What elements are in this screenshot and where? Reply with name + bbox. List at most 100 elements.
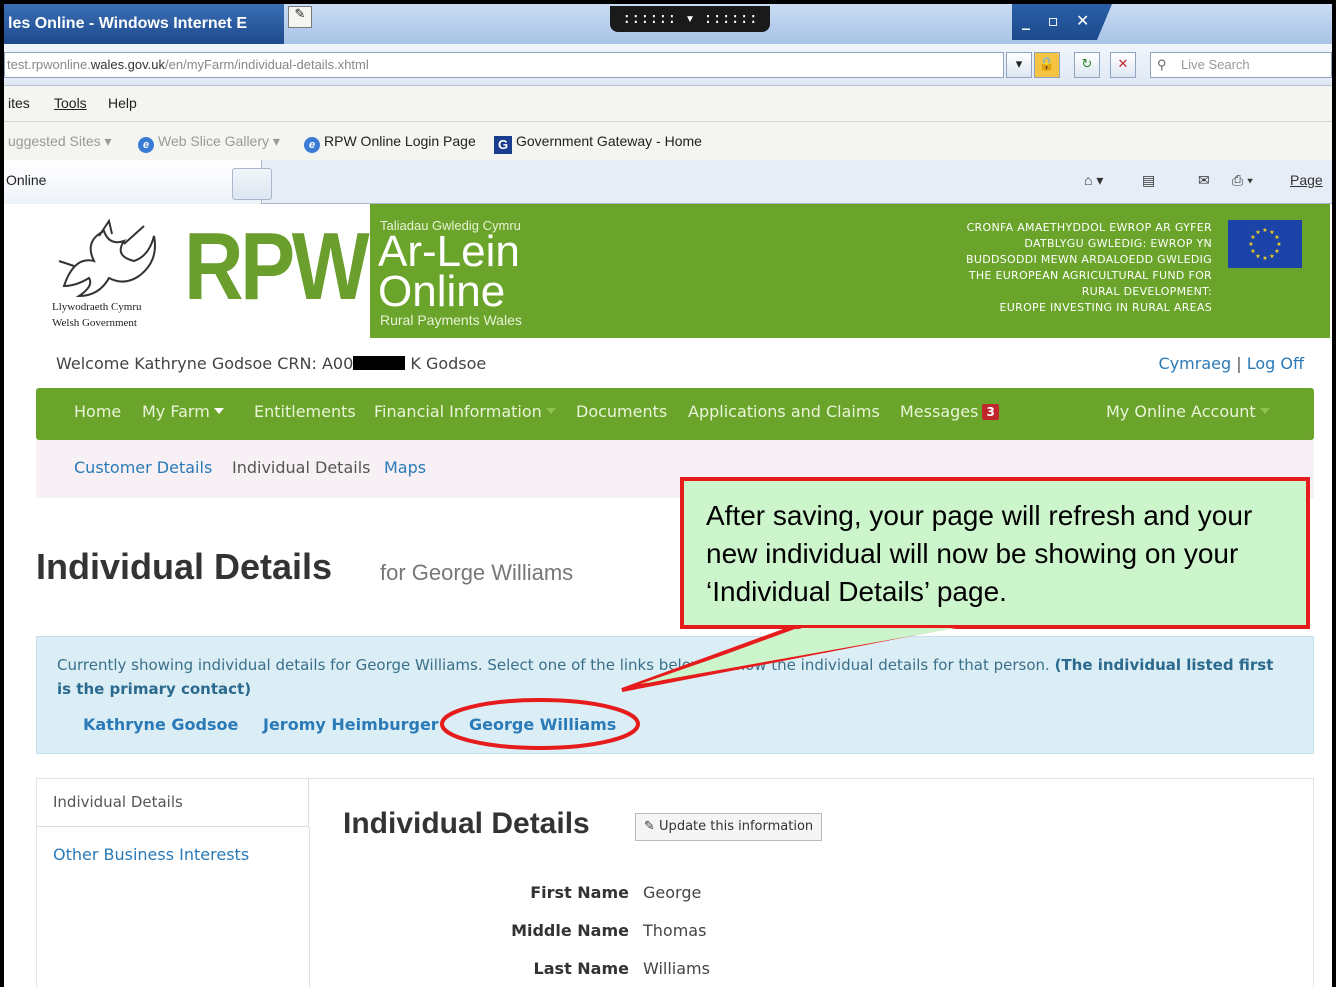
nav-documents[interactable]: Documents bbox=[576, 402, 667, 421]
messages-count-badge: 3 bbox=[982, 404, 999, 420]
menu-favorites[interactable]: ites bbox=[8, 95, 30, 111]
field-label-middle-name: Middle Name bbox=[511, 921, 629, 940]
field-value-last-name: Williams bbox=[643, 959, 710, 978]
lock-icon[interactable]: 🔒 bbox=[1034, 52, 1060, 78]
favorites-bar: uggested Sites ▾ e Web Slice Gallery ▾ eR… bbox=[4, 122, 1332, 160]
chevron-down-icon bbox=[1259, 408, 1270, 414]
svg-text:★: ★ bbox=[1262, 227, 1267, 234]
svg-text:★: ★ bbox=[1255, 229, 1260, 236]
browser-tab[interactable]: Online bbox=[4, 160, 262, 204]
address-bar: test.rpwonline.wales.gov.uk/en/myFarm/in… bbox=[4, 44, 1332, 86]
callout-text: After saving, your page will refresh and… bbox=[706, 500, 1253, 607]
update-information-button[interactable]: ✎ Update this information bbox=[635, 813, 823, 841]
remote-desktop-bar[interactable]: :::::: ▾ :::::: bbox=[610, 6, 770, 32]
annotation-callout: After saving, your page will refresh and… bbox=[680, 477, 1310, 629]
eu-flag-icon: ★ ★★ ★★★ ★★★ ★★★ bbox=[1228, 220, 1302, 268]
frame-border bbox=[0, 0, 1336, 4]
browser-title-bar: les Online - Windows Internet E ✎ ::::::… bbox=[4, 4, 1332, 44]
person-link[interactable]: George Williams bbox=[469, 715, 616, 734]
field-value-first-name: George bbox=[643, 883, 702, 902]
rpw-logo: RPW bbox=[184, 213, 370, 320]
url-dropdown-icon[interactable]: ▾ bbox=[1006, 52, 1032, 78]
svg-text:★: ★ bbox=[1269, 253, 1274, 260]
dragon-icon bbox=[58, 218, 156, 298]
subnav-maps[interactable]: Maps bbox=[384, 458, 426, 477]
nav-financial-information[interactable]: Financial Information bbox=[374, 402, 556, 421]
refresh-icon[interactable]: ↻ bbox=[1074, 52, 1100, 78]
details-panel: Individual Details Other Business Intere… bbox=[36, 778, 1314, 987]
menu-bar: ites Tools Help bbox=[4, 86, 1332, 122]
nav-messages[interactable]: Messages 3 bbox=[900, 402, 999, 421]
window-title: les Online - Windows Internet E bbox=[8, 15, 247, 32]
top-links: Cymraeg | Log Off bbox=[1158, 354, 1304, 373]
fav-suggested-sites[interactable]: uggested Sites ▾ bbox=[8, 133, 112, 150]
svg-text:★: ★ bbox=[1262, 255, 1267, 262]
subnav-individual-details[interactable]: Individual Details bbox=[232, 458, 370, 477]
pin-icon[interactable]: ✎ bbox=[288, 6, 312, 28]
feeds-icon[interactable]: ▤ bbox=[1142, 172, 1155, 189]
details-heading: Individual Details bbox=[343, 807, 590, 840]
page-menu[interactable]: Page bbox=[1290, 172, 1323, 188]
frame-border bbox=[1332, 0, 1336, 987]
nav-my-online-account[interactable]: My Online Account bbox=[1106, 402, 1270, 421]
search-icon: ⚲ bbox=[1157, 57, 1167, 72]
mail-icon[interactable]: ✉ bbox=[1198, 172, 1210, 189]
main-navigation: Home My Farm Entitlements Financial Info… bbox=[36, 388, 1314, 440]
stop-icon[interactable]: ✕ bbox=[1110, 52, 1136, 78]
info-panel: Currently showing individual details for… bbox=[36, 636, 1314, 754]
svg-text:★: ★ bbox=[1276, 241, 1281, 248]
info-text: Currently showing individual details for… bbox=[57, 656, 1274, 698]
svg-text:★: ★ bbox=[1274, 234, 1279, 241]
pencil-icon: ✎ bbox=[644, 819, 655, 834]
gateway-icon: G bbox=[494, 136, 512, 154]
menu-help[interactable]: Help bbox=[108, 95, 137, 111]
page-subtitle: for George Williams bbox=[380, 560, 574, 585]
welcome-message: Welcome Kathryne Godsoe CRN: A00 K Godso… bbox=[56, 354, 487, 373]
banner-online: Online bbox=[378, 267, 506, 316]
url-field[interactable]: test.rpwonline.wales.gov.uk/en/myFarm/in… bbox=[4, 52, 1004, 78]
window-controls[interactable]: _ ▫ ✕ bbox=[1012, 4, 1112, 40]
sidebar-divider bbox=[309, 827, 310, 987]
nav-entitlements[interactable]: Entitlements bbox=[254, 402, 356, 421]
tab-bar: Online ⌂ ▾ ▤ ✉ ⎙ ▾ Page bbox=[4, 160, 1332, 204]
person-link[interactable]: Jeromy Heimburger bbox=[263, 715, 439, 734]
ie-icon: e bbox=[138, 137, 154, 153]
nav-home[interactable]: Home bbox=[74, 402, 121, 421]
rpw-banner: Taliadau Gwledig Cymru Ar-Lein Online Ru… bbox=[370, 204, 1330, 338]
nav-applications-claims[interactable]: Applications and Claims bbox=[688, 402, 880, 421]
chevron-down-icon bbox=[213, 408, 224, 414]
svg-text:★: ★ bbox=[1248, 241, 1253, 248]
logoff-link[interactable]: Log Off bbox=[1247, 354, 1304, 373]
page-title: Individual Details bbox=[36, 546, 333, 587]
svg-text:★: ★ bbox=[1274, 248, 1279, 255]
fav-rpw-login[interactable]: e RPW Online Login Page bbox=[304, 133, 476, 153]
welsh-government-logo: Llywodraeth Cymru Welsh Government RPW bbox=[38, 210, 370, 338]
redacted-block bbox=[353, 356, 406, 370]
person-link[interactable]: Kathryne Godsoe bbox=[83, 715, 238, 734]
logo-english-text: Welsh Government bbox=[52, 317, 137, 329]
new-tab-button[interactable] bbox=[232, 168, 272, 200]
cymraeg-link[interactable]: Cymraeg bbox=[1159, 354, 1232, 373]
subnav-customer-details[interactable]: Customer Details bbox=[74, 458, 212, 477]
side-tab-individual-details[interactable]: Individual Details bbox=[37, 779, 309, 827]
svg-text:★: ★ bbox=[1250, 248, 1255, 255]
svg-text:★: ★ bbox=[1255, 253, 1260, 260]
banner-rural-payments: Rural Payments Wales bbox=[380, 312, 522, 328]
field-value-middle-name: Thomas bbox=[643, 921, 707, 940]
search-box[interactable]: ⚲ Live Search bbox=[1150, 52, 1332, 78]
ie-icon: e bbox=[304, 137, 320, 153]
logo-welsh-text: Llywodraeth Cymru bbox=[52, 301, 142, 313]
chevron-down-icon bbox=[545, 408, 556, 414]
fav-web-slice[interactable]: e Web Slice Gallery ▾ bbox=[138, 133, 280, 153]
home-icon[interactable]: ⌂ ▾ bbox=[1084, 172, 1103, 189]
menu-tools[interactable]: Tools bbox=[54, 95, 87, 111]
banner-ar-lein: Ar-Lein bbox=[378, 227, 520, 276]
frame-border bbox=[0, 0, 4, 987]
eu-fund-text: CRONFA AMAETHYDDOL EWROP AR GYFER DATBLY… bbox=[966, 221, 1212, 314]
field-label-last-name: Last Name bbox=[533, 959, 629, 978]
print-icon[interactable]: ⎙ ▾ bbox=[1232, 172, 1253, 189]
field-label-first-name: First Name bbox=[530, 883, 629, 902]
fav-gov-gateway[interactable]: G Government Gateway - Home bbox=[494, 133, 702, 154]
nav-my-farm[interactable]: My Farm bbox=[142, 402, 224, 421]
side-tab-other-business-interests[interactable]: Other Business Interests bbox=[53, 845, 249, 864]
